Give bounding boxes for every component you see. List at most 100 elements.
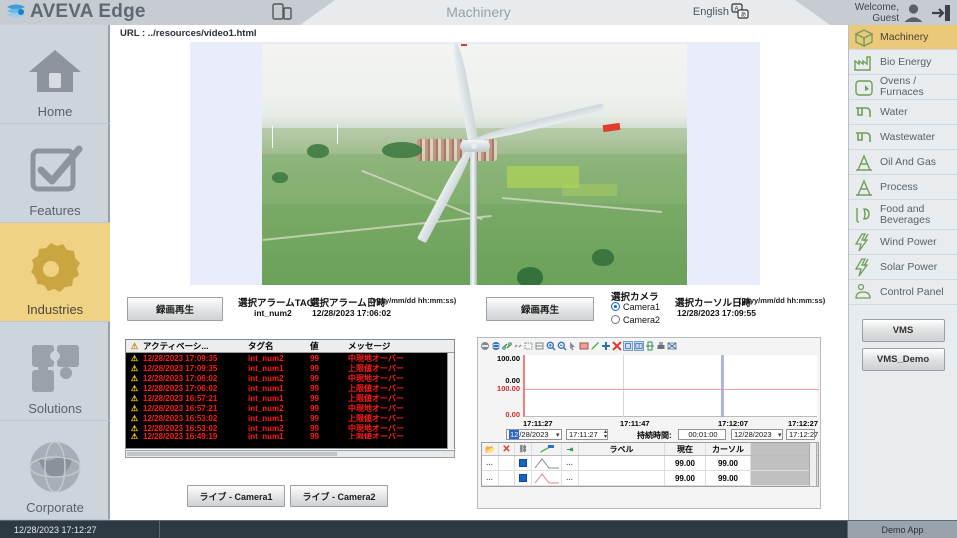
chart-cursor[interactable] bbox=[721, 355, 724, 417]
table-row[interactable]: ⚠ 12/28/2023 16:53:02 int_num1 99 上限値オーバ… bbox=[126, 413, 454, 423]
print-icon[interactable] bbox=[656, 341, 666, 351]
select-rect-icon[interactable] bbox=[524, 341, 534, 351]
row-menu-button[interactable]: … bbox=[482, 471, 499, 485]
sidebar-item-features[interactable]: Features bbox=[0, 124, 110, 223]
chevron-down-icon[interactable]: ▾ bbox=[556, 431, 560, 439]
video-panel[interactable] bbox=[190, 42, 760, 285]
trend-pen-table[interactable]: 📂 ✕ ⛓ ⇥ ラベル 現在 カーソル … … 99.00 99.00 … … … bbox=[481, 442, 819, 487]
logout-icon[interactable] bbox=[931, 4, 951, 22]
row-visible-checkbox[interactable] bbox=[515, 456, 532, 470]
sidebar-item-wind-power[interactable]: Wind Power bbox=[849, 230, 957, 255]
table-row[interactable]: … … 99.00 99.00 bbox=[482, 471, 818, 486]
camera-select-label: 選択カメラ bbox=[611, 292, 659, 303]
column-header-current[interactable]: 現在 bbox=[665, 443, 706, 455]
tag-icon[interactable]: ⛓ bbox=[515, 443, 532, 455]
column-header-tagname[interactable]: タグ名 bbox=[245, 340, 307, 352]
sidebar-item-industries[interactable]: Industries bbox=[0, 223, 110, 322]
unlink-icon[interactable] bbox=[513, 341, 523, 351]
fit-icon[interactable] bbox=[623, 341, 633, 351]
start-date-input[interactable]: 12/28/2023 bbox=[506, 429, 562, 440]
table-row[interactable]: ⚠ 12/28/2023 17:09:35 int_num1 99 上限値オーバ… bbox=[126, 363, 454, 373]
split-icon[interactable] bbox=[634, 341, 644, 351]
row-delete-cell[interactable] bbox=[499, 471, 515, 485]
sidebar-item-oil-and-gas[interactable]: Oil And Gas bbox=[849, 150, 957, 175]
replay-button-right[interactable]: 録画再生 bbox=[486, 297, 594, 321]
sidebar-item-home[interactable]: Home bbox=[0, 25, 110, 124]
radio-unselected-icon[interactable] bbox=[611, 315, 620, 324]
export-arrow-icon[interactable]: ⇥ bbox=[562, 443, 579, 455]
table-row[interactable]: ⚠ 12/28/2023 16:53:02 int_num2 99 中現地オーバ… bbox=[126, 423, 454, 433]
delete-x-icon[interactable]: ✕ bbox=[499, 443, 515, 455]
column-header-activation[interactable]: アクティベーシ... bbox=[140, 340, 245, 352]
alarm-grid-vertical-scrollbar[interactable] bbox=[447, 353, 454, 449]
pointer-icon[interactable] bbox=[568, 341, 578, 351]
end-time-input[interactable]: 17:12:27 bbox=[786, 429, 818, 440]
delete-icon[interactable] bbox=[612, 341, 622, 351]
live-camera2-button[interactable]: ライブ - Camera2 bbox=[290, 485, 388, 507]
camera-option-1[interactable]: Camera1 bbox=[611, 302, 660, 312]
user-avatar-icon[interactable] bbox=[903, 3, 924, 22]
legend-icon[interactable] bbox=[579, 341, 589, 351]
scrollbar-thumb[interactable] bbox=[127, 452, 337, 456]
sidebar-item-wastewater[interactable]: Wastewater bbox=[849, 125, 957, 150]
zoom-in-icon[interactable] bbox=[546, 341, 556, 351]
link-icon[interactable] bbox=[502, 341, 512, 351]
vms-button[interactable]: VMS bbox=[861, 319, 945, 342]
end-date-input[interactable]: 12/28/2023 bbox=[731, 429, 783, 440]
duration-value[interactable]: 00:01:00 bbox=[678, 429, 726, 440]
sidebar-item-control-panel[interactable]: Control Panel bbox=[849, 280, 957, 305]
select-rect-alt-icon[interactable] bbox=[535, 341, 545, 351]
sidebar-item-process[interactable]: Process bbox=[849, 175, 957, 200]
row-delete-cell[interactable] bbox=[499, 456, 515, 470]
column-header-label[interactable]: ラベル bbox=[579, 443, 665, 455]
chevron-down-icon[interactable]: ▾ bbox=[778, 431, 782, 439]
zoom-reset-icon[interactable] bbox=[480, 341, 490, 351]
alarm-grid[interactable]: ⚠ アクティベーシ... タグ名 値 メッセージ ⚠ 12/28/2023 17… bbox=[125, 339, 455, 449]
vms-demo-button[interactable]: VMS_Demo bbox=[861, 348, 945, 371]
table-row[interactable]: ⚠ 12/28/2023 16:57:21 int_num1 99 上限値オーバ… bbox=[126, 393, 454, 403]
start-date-selected-part[interactable]: 12 bbox=[509, 430, 520, 439]
spinner-icon[interactable]: ▴ ▾ bbox=[604, 429, 607, 440]
pen-icon[interactable] bbox=[532, 443, 562, 455]
folder-open-icon[interactable]: 📂 bbox=[482, 443, 499, 455]
pen-icon[interactable] bbox=[590, 341, 600, 351]
replay-button-left[interactable]: 録画再生 bbox=[127, 297, 223, 321]
start-time-input[interactable]: 17:11:27 bbox=[566, 429, 608, 440]
trend-plot-area[interactable] bbox=[523, 355, 819, 417]
row-visible-checkbox[interactable] bbox=[515, 471, 532, 485]
sidebar-item-machinery[interactable]: Machinery bbox=[849, 25, 957, 50]
table-row[interactable]: ⚠ 12/28/2023 17:06:02 int_num2 99 中現地オーバ… bbox=[126, 373, 454, 383]
table-row[interactable]: ⚠ 12/28/2023 16:49:19 int_num1 99 上限値オーバ… bbox=[126, 433, 454, 439]
column-header-value[interactable]: 値 bbox=[307, 340, 345, 352]
table-row[interactable]: … … 99.00 99.00 bbox=[482, 456, 818, 471]
sidebar-item-ovens-furnaces[interactable]: Ovens / Furnaces bbox=[849, 75, 957, 100]
video-frame[interactable] bbox=[262, 44, 687, 285]
sidebar-item-solar-power[interactable]: Solar Power bbox=[849, 255, 957, 280]
trend-toolbar[interactable] bbox=[480, 340, 820, 352]
row-options-button[interactable]: … bbox=[562, 471, 579, 485]
live-camera1-button[interactable]: ライブ - Camera1 bbox=[187, 485, 285, 507]
table-row[interactable]: ⚠ 12/28/2023 17:06:02 int_num1 99 上限値オーバ… bbox=[126, 383, 454, 393]
sidebar-item-bio-energy[interactable]: Bio Energy bbox=[849, 50, 957, 75]
translate-icon[interactable]: A あ bbox=[731, 3, 749, 20]
row-menu-button[interactable]: … bbox=[482, 456, 499, 470]
add-icon[interactable] bbox=[601, 341, 611, 351]
pen-table-scrollbar[interactable] bbox=[809, 442, 817, 487]
vertical-fit-icon[interactable] bbox=[645, 341, 655, 351]
pan-globe-icon[interactable] bbox=[491, 341, 501, 351]
zoom-out-icon[interactable] bbox=[557, 341, 567, 351]
camera-option-2[interactable]: Camera2 bbox=[611, 315, 660, 325]
table-row[interactable]: ⚠ 12/28/2023 17:09:35 int_num2 99 中現地オーバ… bbox=[126, 353, 454, 363]
column-header-cursor[interactable]: カーソル bbox=[706, 443, 751, 455]
table-row[interactable]: ⚠ 12/28/2023 16:57:21 int_num2 99 中現地オーバ… bbox=[126, 403, 454, 413]
radio-selected-icon[interactable] bbox=[611, 302, 620, 311]
export-icon[interactable] bbox=[667, 341, 677, 351]
sidebar-item-water[interactable]: Water bbox=[849, 100, 957, 125]
row-options-button[interactable]: … bbox=[562, 456, 579, 470]
sidebar-item-corporate[interactable]: Corporate bbox=[0, 421, 110, 520]
sidebar-item-solutions[interactable]: Solutions bbox=[0, 322, 110, 421]
alarm-grid-horizontal-scrollbar[interactable] bbox=[125, 450, 455, 458]
trend-chart-panel[interactable]: 100.00 0.00 100.00 0.00 17:11:27 17:11:4… bbox=[477, 337, 821, 509]
sidebar-item-food-and-beverages[interactable]: Food and Beverages bbox=[849, 200, 957, 230]
column-header-message[interactable]: メッセージ bbox=[345, 340, 454, 352]
